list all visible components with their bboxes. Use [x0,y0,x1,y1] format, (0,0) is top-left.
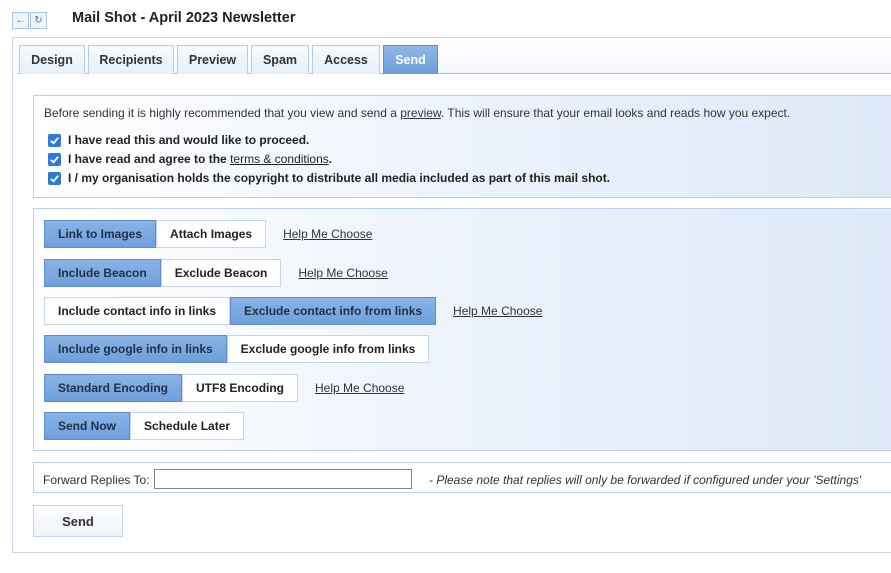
checkbox-terms[interactable] [48,152,61,166]
tab-send[interactable]: Send [383,45,438,74]
page-title: Mail Shot - April 2023 Newsletter [72,10,296,26]
exclude-google-info-button[interactable]: Exclude google info from links [226,335,430,363]
nav-buttons: ← ↻ [12,10,48,30]
terms-text-before: I have read and agree to the [68,152,231,166]
back-arrow-icon[interactable]: ← [12,11,29,29]
google-option-row: Include google info in links Exclude goo… [44,335,430,363]
include-google-info-button[interactable]: Include google info in links [44,335,227,363]
options-box: Link to Images Attach Images Help Me Cho… [33,208,891,451]
check-icon [50,155,59,164]
encoding-help-link[interactable]: Help Me Choose [315,381,404,395]
terms-text-after: . [328,152,333,166]
include-contact-info-button[interactable]: Include contact info in links [44,297,231,325]
standard-encoding-button[interactable]: Standard Encoding [44,374,183,402]
utf8-encoding-button[interactable]: UTF8 Encoding [182,374,299,402]
checkbox-copyright[interactable] [48,171,61,185]
preview-link[interactable]: preview [400,106,441,120]
forward-replies-box: Forward Replies To: - Please note that r… [33,462,891,493]
exclude-contact-info-button[interactable]: Exclude contact info from links [230,297,437,325]
notice-text: Before sending it is highly recommended … [44,106,790,120]
refresh-icon[interactable]: ↻ [30,11,47,29]
contact-option-row: Include contact info in links Exclude co… [44,297,542,325]
images-option-row: Link to Images Attach Images Help Me Cho… [44,220,372,248]
check-copyright[interactable]: I / my organisation holds the copyright … [48,171,610,185]
images-help-link[interactable]: Help Me Choose [283,227,372,241]
send-button[interactable]: Send [33,505,123,537]
check-icon [50,136,59,145]
tab-strip: Design Recipients Preview Spam Access Se… [17,40,891,74]
link-to-images-button[interactable]: Link to Images [44,220,157,248]
tab-recipients[interactable]: Recipients [88,45,174,74]
encoding-option-row: Standard Encoding UTF8 Encoding Help Me … [44,374,404,402]
exclude-beacon-button[interactable]: Exclude Beacon [160,259,282,287]
schedule-later-button[interactable]: Schedule Later [130,412,245,440]
check-icon [50,174,59,183]
beacon-option-row: Include Beacon Exclude Beacon Help Me Ch… [44,259,388,287]
check-proceed[interactable]: I have read this and would like to proce… [48,133,309,147]
send-now-button[interactable]: Send Now [44,412,131,440]
beacon-help-link[interactable]: Help Me Choose [298,266,387,280]
contact-help-link[interactable]: Help Me Choose [453,304,542,318]
tab-preview[interactable]: Preview [177,45,248,74]
notice-box: Before sending it is highly recommended … [33,95,891,198]
tab-access[interactable]: Access [312,45,380,74]
main-panel: Design Recipients Preview Spam Access Se… [12,37,891,553]
check-terms-label: I have read and agree to the terms & con… [68,152,332,166]
forward-replies-input[interactable] [154,469,412,489]
check-terms[interactable]: I have read and agree to the terms & con… [48,152,332,166]
notice-text-after: . This will ensure that your email looks… [440,106,791,120]
tab-spam[interactable]: Spam [251,45,309,74]
terms-link[interactable]: terms & conditions [230,152,329,166]
schedule-option-row: Send Now Schedule Later [44,412,245,440]
checkbox-proceed[interactable] [48,133,61,147]
include-beacon-button[interactable]: Include Beacon [44,259,161,287]
check-copyright-label: I / my organisation holds the copyright … [68,171,611,185]
forward-replies-label: Forward Replies To: [43,473,150,487]
attach-images-button[interactable]: Attach Images [156,220,267,248]
tab-design[interactable]: Design [19,45,85,74]
check-proceed-label: I have read this and would like to proce… [68,133,310,147]
forward-replies-note: - Please note that replies will only be … [429,473,862,487]
notice-text-before: Before sending it is highly recommended … [44,106,401,120]
